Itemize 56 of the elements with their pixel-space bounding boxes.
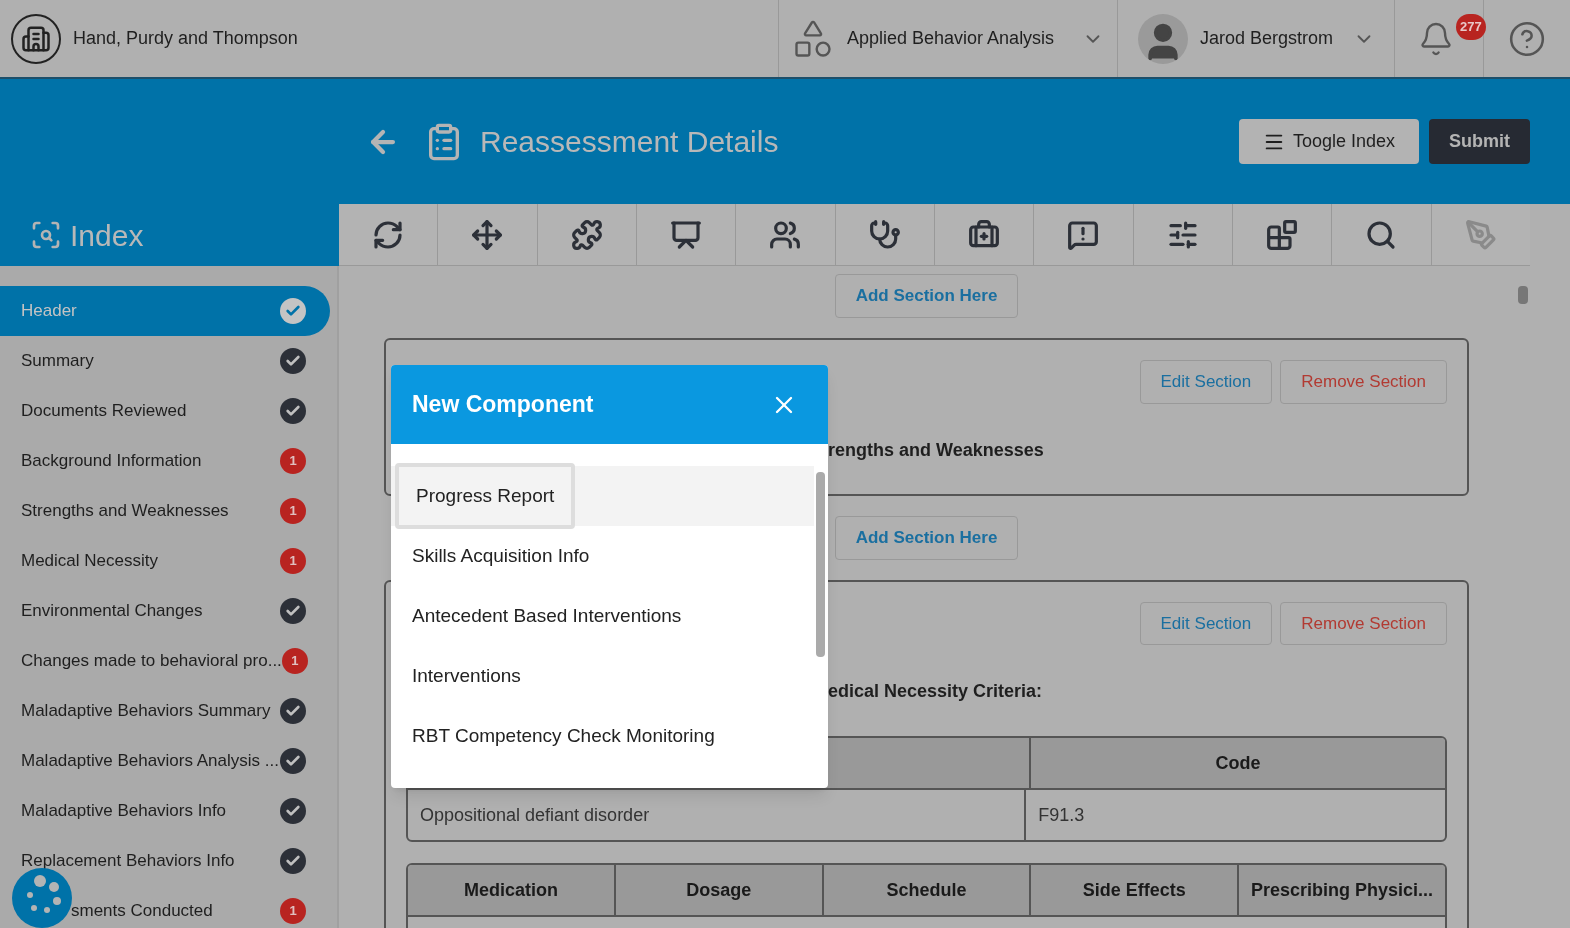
building-logo-icon — [11, 13, 61, 64]
index-item[interactable]: Strengths and Weaknesses 1 — [0, 486, 330, 536]
index-item[interactable]: Changes made to behavioral pro... 1 — [0, 636, 330, 686]
column-header: Side Effects — [1082, 878, 1186, 902]
dialog-title: New Component — [412, 390, 594, 420]
column-header: Schedule — [886, 878, 967, 902]
column-header: Prescribing Physici... — [1251, 878, 1434, 902]
refresh-icon — [372, 218, 405, 251]
puzzle-icon — [570, 218, 603, 251]
component-option[interactable]: Skills Acquisition Info — [395, 526, 607, 586]
index-item[interactable]: Summary — [0, 336, 330, 386]
error-count: 1 — [281, 648, 308, 674]
company-name: Hand, Purdy and Thompson — [73, 27, 298, 50]
submit-button[interactable]: Submit — [1429, 119, 1530, 164]
index-item[interactable]: Medical Necessity 1 — [0, 536, 330, 586]
blocks-icon — [1266, 218, 1299, 251]
section-title: rengths and Weaknesses — [828, 439, 1044, 460]
move-icon — [471, 218, 504, 251]
error-count: 1 — [280, 498, 306, 524]
page-title: Reassessment Details — [480, 124, 780, 160]
component-option[interactable]: Interventions — [395, 646, 538, 706]
index-item[interactable]: Documents Reviewed — [0, 386, 330, 436]
user-menu[interactable]: Jarod Bergstrom — [1117, 0, 1394, 77]
index-search-icon — [30, 219, 62, 251]
column-header: Medication — [463, 878, 558, 902]
toggle-index-button[interactable]: Toogle Index — [1238, 119, 1419, 164]
index-item[interactable]: Background Information 1 — [0, 436, 330, 486]
table-cell-text: Oppositional defiant disorder — [420, 803, 650, 827]
index-item[interactable]: Maladaptive Behaviors Summary — [0, 686, 330, 736]
bell-icon — [1418, 20, 1454, 57]
avatar-icon — [1138, 13, 1188, 64]
index-item[interactable]: Maladaptive Behaviors Analysis ... — [0, 736, 330, 786]
sliders-icon — [1166, 218, 1199, 251]
component-option[interactable]: RBT Competency Check Monitoring — [395, 706, 732, 766]
pen-icon — [1464, 218, 1497, 251]
program-selector[interactable]: Applied Behavior Analysis — [778, 0, 1117, 77]
error-count: 1 — [280, 548, 306, 574]
section-title: edical Necessity Criteria: — [828, 681, 1043, 701]
component-option[interactable]: Antecedent Based Interventions — [395, 586, 699, 646]
index-item[interactable]: Environmental Changes — [0, 586, 330, 636]
scrollbar-thumb — [1518, 286, 1528, 304]
alert-message-icon — [1067, 218, 1100, 251]
notification-count: 277 — [1456, 14, 1486, 40]
column-header: Dosage — [686, 878, 752, 902]
stethoscope-icon — [868, 218, 901, 251]
index-item[interactable]: Maladaptive Behaviors Info — [0, 786, 330, 836]
users-icon — [769, 218, 802, 251]
notifications-button[interactable] — [1418, 20, 1454, 57]
component-option[interactable]: Progress Report — [395, 463, 576, 529]
index-title: Index — [70, 217, 144, 254]
help-icon — [1508, 19, 1546, 58]
table-cell-text: F91.3 — [1038, 803, 1085, 827]
error-count: 1 — [280, 898, 306, 924]
error-count: 1 — [280, 448, 306, 474]
help-button[interactable] — [1508, 19, 1546, 58]
column-header: Code — [1215, 751, 1261, 775]
